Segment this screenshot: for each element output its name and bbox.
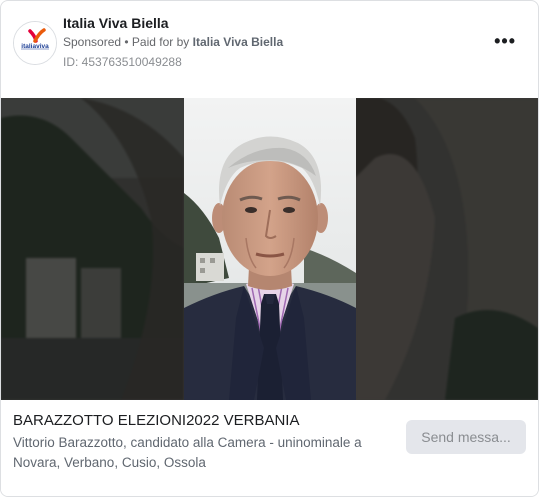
ad-header: italiaviva Italia Viva Biella Sponsored … xyxy=(1,1,538,98)
ad-card: italiaviva Italia Viva Biella Sponsored … xyxy=(0,0,539,497)
ad-footer: BARAZZOTTO ELEZIONI2022 VERBANIA Vittori… xyxy=(1,400,538,496)
sponsored-line: Sponsored • Paid for by Italia Viva Biel… xyxy=(63,35,283,49)
logo-wordmark: italiaviva xyxy=(21,43,49,50)
send-message-button[interactable]: Send messa... xyxy=(406,420,526,454)
video-frame xyxy=(184,98,356,400)
library-id: ID: 453763510049288 xyxy=(63,55,182,69)
paid-for-prefix: • Paid for by xyxy=(121,35,193,49)
advertiser-name[interactable]: Italia Viva Biella xyxy=(63,15,169,31)
advertiser-avatar[interactable]: italiaviva xyxy=(13,21,57,65)
ad-title[interactable]: BARAZZOTTO ELEZIONI2022 VERBANIA xyxy=(13,412,299,429)
video-blurred-background-left xyxy=(1,98,184,400)
video-blurred-background-right xyxy=(355,98,538,400)
italia-viva-logo: italiaviva xyxy=(14,22,56,64)
sponsored-label: Sponsored xyxy=(63,35,122,49)
ad-description: Vittorio Barazzotto, candidato alla Came… xyxy=(13,435,362,470)
ad-video[interactable] xyxy=(1,98,538,400)
more-options-icon[interactable]: ••• xyxy=(494,31,516,52)
paid-for-name[interactable]: Italia Viva Biella xyxy=(193,35,284,49)
